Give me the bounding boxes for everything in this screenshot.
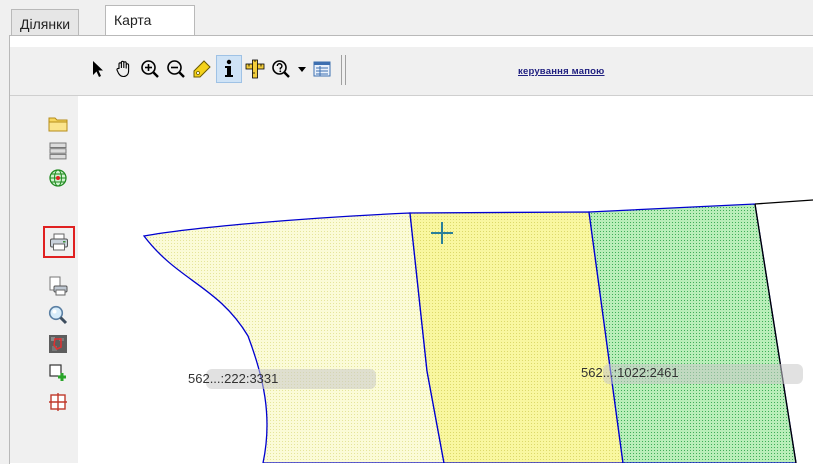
map-canvas[interactable]: 562...:222:3331 562...:1022:2461 <box>78 96 813 463</box>
outer-boundary <box>754 199 813 205</box>
measure-ruler-icon[interactable] <box>243 57 267 81</box>
tab-plots[interactable]: Ділянки <box>11 9 80 36</box>
layers-icon[interactable] <box>46 139 70 163</box>
legend-table-icon[interactable] <box>310 57 334 81</box>
info-icon[interactable] <box>216 55 242 83</box>
toolbar-separator <box>345 55 346 85</box>
search-magnifier-icon[interactable] <box>46 303 70 327</box>
parcel-label: 562...:222:3331 <box>188 371 279 386</box>
map-toolbar: керування мапою <box>10 47 813 96</box>
zoom-out-icon[interactable] <box>164 57 188 81</box>
print-icon[interactable] <box>43 226 75 258</box>
parcel-1 <box>142 212 445 463</box>
folder-icon[interactable] <box>46 112 70 136</box>
globe-icon[interactable] <box>46 166 70 190</box>
pan-hand-icon[interactable] <box>112 57 136 81</box>
parcel-2 <box>409 211 624 463</box>
parcel-3 <box>588 203 797 463</box>
print-preview-icon[interactable] <box>46 274 70 298</box>
tab-bar: Ділянки Карта <box>0 0 813 37</box>
crosshair-icon[interactable] <box>46 390 70 414</box>
map-control-link[interactable]: керування мапою <box>518 66 605 77</box>
parcel-label: 562...:1022:2461 <box>581 365 679 380</box>
toolbar-separator <box>341 55 342 85</box>
tag-icon[interactable] <box>190 57 214 81</box>
zoom-in-icon[interactable] <box>138 57 162 81</box>
raster-map-icon[interactable] <box>46 332 70 356</box>
map-sidebar <box>10 96 78 463</box>
arrow-pointer-icon[interactable] <box>86 57 110 81</box>
add-feature-icon[interactable] <box>46 361 70 385</box>
tab-map[interactable]: Карта <box>105 5 195 37</box>
